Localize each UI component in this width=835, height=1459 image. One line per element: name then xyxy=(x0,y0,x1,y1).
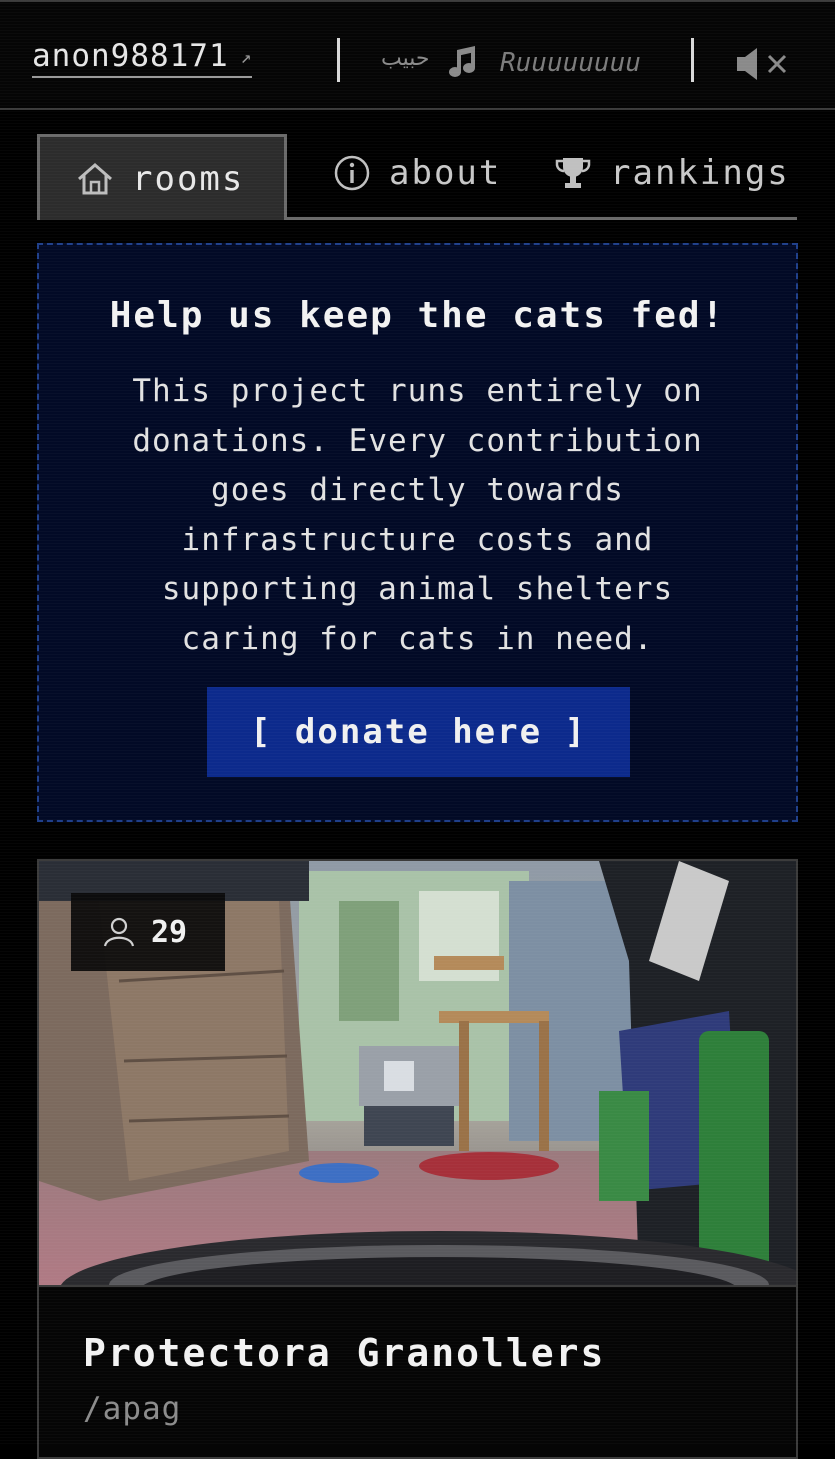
main-tabs: rooms about rankings xyxy=(37,134,797,220)
divider xyxy=(337,38,340,82)
tab-about[interactable]: about xyxy=(333,130,501,216)
tab-label: about xyxy=(389,153,502,193)
room-card[interactable]: 29 Protectora Granollers /apag xyxy=(37,859,798,1459)
tab-rankings[interactable]: rankings xyxy=(554,130,790,216)
speaker-muted-icon[interactable] xyxy=(735,44,791,88)
now-playing-track[interactable]: Ruuuuuuuu xyxy=(500,48,641,78)
donate-banner: Help us keep the cats fed! This project … xyxy=(37,243,798,822)
tabs-baseline xyxy=(285,217,797,220)
room-stream-thumbnail[interactable]: 29 xyxy=(39,861,796,1287)
tab-rooms[interactable]: rooms xyxy=(37,134,287,220)
tab-label: rooms xyxy=(132,158,245,199)
station-name: حبيب xyxy=(381,46,430,71)
top-bar: anon988171 ↗ حبيب Ruuuuuuuu xyxy=(0,0,835,110)
user-icon xyxy=(101,917,137,947)
divider xyxy=(691,38,694,82)
viewer-count-badge: 29 xyxy=(71,893,225,971)
home-icon xyxy=(76,162,114,196)
viewer-count: 29 xyxy=(151,914,188,950)
donate-button[interactable]: [ donate here ] xyxy=(207,687,630,777)
info-icon xyxy=(333,154,371,192)
music-note-icon[interactable] xyxy=(446,44,482,84)
tab-label: rankings xyxy=(610,153,790,193)
username-link[interactable]: anon988171 ↗ xyxy=(32,38,253,78)
room-name[interactable]: Protectora Granollers xyxy=(83,1331,605,1375)
username-text: anon988171 xyxy=(32,38,229,74)
trophy-icon xyxy=(554,155,592,191)
external-arrow-icon: ↗ xyxy=(240,47,253,68)
donate-title: Help us keep the cats fed! xyxy=(109,295,726,336)
donate-body: This project runs entirely on donations.… xyxy=(132,373,703,657)
room-slug: /apag xyxy=(83,1391,182,1427)
